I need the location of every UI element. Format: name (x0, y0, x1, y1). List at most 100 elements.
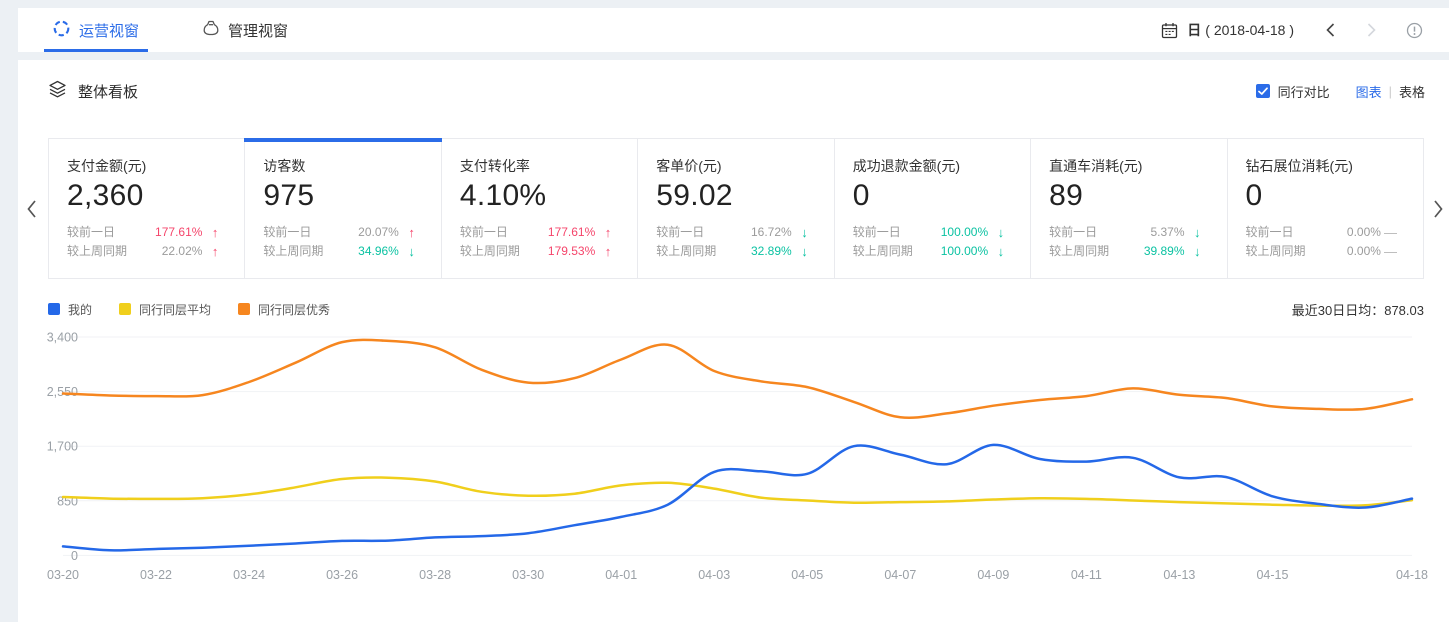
arrow-up-icon: ↑ (202, 242, 218, 261)
metric-card[interactable]: 钻石展位消耗(元) 0 较前一日0.00%—较上周同期0.00%— (1228, 139, 1423, 278)
next-date-icon[interactable] (1366, 22, 1378, 38)
arrow-down-icon: ↓ (792, 223, 808, 242)
info-icon[interactable] (1406, 22, 1423, 39)
legend-item[interactable]: 同行同层平均 (119, 301, 211, 318)
x-axis-tick-label: 03-28 (419, 568, 451, 582)
compare-period-label: 较上周同期 (853, 242, 913, 261)
legend-item[interactable]: 我的 (48, 301, 92, 318)
legend-swatch (48, 303, 60, 315)
metric-cards-carousel: 支付金额(元) 2,360 较前一日177.61%↑较上周同期22.02%↑ 访… (18, 138, 1449, 280)
series-line-peer-best (63, 340, 1412, 418)
y-axis-tick-label: 3,400 (47, 331, 78, 345)
metric-title: 支付金额(元) (67, 156, 244, 176)
y-axis-tick-label: 2,550 (47, 385, 78, 399)
prev-date-icon[interactable] (1324, 22, 1336, 38)
top-nav: 运营视窗 管理视窗 日 ( 2018-04-18 ) (18, 8, 1449, 52)
metric-compare-rows: 较前一日177.61%↑较上周同期22.02%↑ (67, 223, 244, 261)
main-panel: 整体看板 同行对比 图表 | 表格 支付金额(元) 2,360 较前一日177.… (18, 60, 1449, 622)
metric-value: 0 (853, 179, 1030, 213)
compare-period-label: 较前一日 (263, 223, 311, 242)
metric-card[interactable]: 成功退款金额(元) 0 较前一日100.00%↓较上周同期100.00%↓ (835, 139, 1031, 278)
metric-value: 89 (1049, 179, 1226, 213)
y-axis-tick-label: 1,700 (47, 440, 78, 454)
arrow-down-icon: ↓ (1185, 242, 1201, 261)
x-axis-tick-label: 03-30 (512, 568, 544, 582)
metric-compare-rows: 较前一日5.37%↓较上周同期39.89%↓ (1049, 223, 1226, 261)
metric-title: 客单价(元) (656, 156, 833, 176)
series-line-peer-average (63, 477, 1412, 505)
compare-percent-value: 5.37% (1097, 223, 1184, 242)
compare-period-label: 较前一日 (1049, 223, 1097, 242)
trend-line-chart[interactable]: 3,4002,5501,700850003-2003-2203-2403-260… (18, 326, 1449, 618)
compare-period-label: 较前一日 (853, 223, 901, 242)
compare-period-label: 较上周同期 (1049, 242, 1109, 261)
arrow-down-icon: ↓ (988, 242, 1004, 261)
arrow-down-icon: ↓ (1185, 223, 1201, 242)
chart-annotation: 最近30日日均：878.03 (1292, 300, 1424, 319)
x-axis-tick-label: 03-26 (326, 568, 358, 582)
dashboard-ring-icon (53, 20, 70, 41)
x-axis-tick-label: 03-20 (47, 568, 79, 582)
tab-label: 运营视窗 (79, 20, 139, 41)
legend-label: 我的 (68, 301, 92, 318)
dashboard-page: 运营视窗 管理视窗 日 ( 2018-04-18 ) (0, 0, 1449, 622)
x-axis-tick-label: 04-13 (1163, 568, 1195, 582)
metric-card[interactable]: 直通车消耗(元) 89 较前一日5.37%↓较上周同期39.89%↓ (1031, 139, 1227, 278)
metric-compare-rows: 较前一日100.00%↓较上周同期100.00%↓ (853, 223, 1030, 261)
metric-card[interactable]: 支付转化率 4.10% 较前一日177.61%↑较上周同期179.53%↑ (442, 139, 638, 278)
compare-period-label: 较上周同期 (656, 242, 716, 261)
compare-percent-value: 177.61% (508, 223, 595, 242)
y-axis-tick-label: 0 (71, 549, 78, 563)
x-axis-tick-label: 03-24 (233, 568, 265, 582)
tab-label: 管理视窗 (228, 20, 288, 41)
section-header: 整体看板 同行对比 图表 | 表格 (18, 60, 1449, 102)
carousel-prev-icon[interactable] (26, 199, 37, 219)
carousel-next-icon[interactable] (1433, 199, 1444, 219)
legend-item[interactable]: 同行同层优秀 (238, 301, 330, 318)
metric-title: 支付转化率 (460, 156, 637, 176)
legend-label: 同行同层平均 (139, 301, 211, 318)
dash-icon: — (1381, 242, 1397, 261)
x-axis-tick-label: 03-22 (140, 568, 172, 582)
arrow-up-icon: ↑ (202, 223, 218, 242)
compare-checkbox[interactable] (1256, 84, 1270, 98)
nav-tabs: 运营视窗 管理视窗 (50, 8, 349, 52)
metric-card[interactable]: 访客数 975 较前一日20.07%↑较上周同期34.96%↓ (245, 139, 441, 278)
money-bag-icon (203, 20, 219, 41)
compare-checkbox-label[interactable]: 同行对比 (1278, 82, 1330, 101)
tab-management-view[interactable]: 管理视窗 (200, 8, 291, 52)
tab-operations-view[interactable]: 运营视窗 (50, 8, 142, 52)
metric-title: 访客数 (263, 156, 440, 176)
metric-card[interactable]: 支付金额(元) 2,360 较前一日177.61%↑较上周同期22.02%↑ (49, 139, 245, 278)
metric-card[interactable]: 客单价(元) 59.02 较前一日16.72%↓较上周同期32.89%↓ (638, 139, 834, 278)
compare-percent-value: 0.00% (1294, 223, 1381, 242)
compare-period-label: 较前一日 (1246, 223, 1294, 242)
layers-icon (48, 80, 67, 102)
compare-percent-value: 16.72% (704, 223, 791, 242)
arrow-down-icon: ↓ (792, 242, 808, 261)
metric-value: 59.02 (656, 179, 833, 213)
x-axis-tick-label: 04-01 (605, 568, 637, 582)
metric-title: 钻石展位消耗(元) (1246, 156, 1423, 176)
chart-legend: 我的 同行同层平均 同行同层优秀 (48, 301, 330, 318)
legend-label: 同行同层优秀 (258, 301, 330, 318)
legend-row: 我的 同行同层平均 同行同层优秀 最近30日日均：878.03 (48, 300, 1424, 318)
compare-percent-value: 100.00% (913, 242, 988, 261)
metric-value: 2,360 (67, 179, 244, 213)
compare-percent-value: 179.53% (520, 242, 595, 261)
calendar-icon[interactable] (1161, 22, 1178, 39)
legend-swatch (119, 303, 131, 315)
date-granularity-label[interactable]: 日 (1187, 20, 1201, 40)
x-axis-tick-label: 04-18 (1396, 568, 1428, 582)
view-separator: | (1389, 84, 1392, 99)
compare-period-label: 较前一日 (460, 223, 508, 242)
compare-period-label: 较上周同期 (67, 242, 127, 261)
x-axis-tick-label: 04-11 (1071, 568, 1102, 582)
arrow-up-icon: ↑ (595, 223, 611, 242)
metric-value: 0 (1246, 179, 1423, 213)
view-table-link[interactable]: 表格 (1399, 82, 1425, 101)
date-value[interactable]: ( 2018-04-18 ) (1205, 22, 1294, 38)
arrow-down-icon: ↓ (988, 223, 1004, 242)
view-chart-link[interactable]: 图表 (1356, 82, 1382, 101)
compare-period-label: 较前一日 (656, 223, 704, 242)
